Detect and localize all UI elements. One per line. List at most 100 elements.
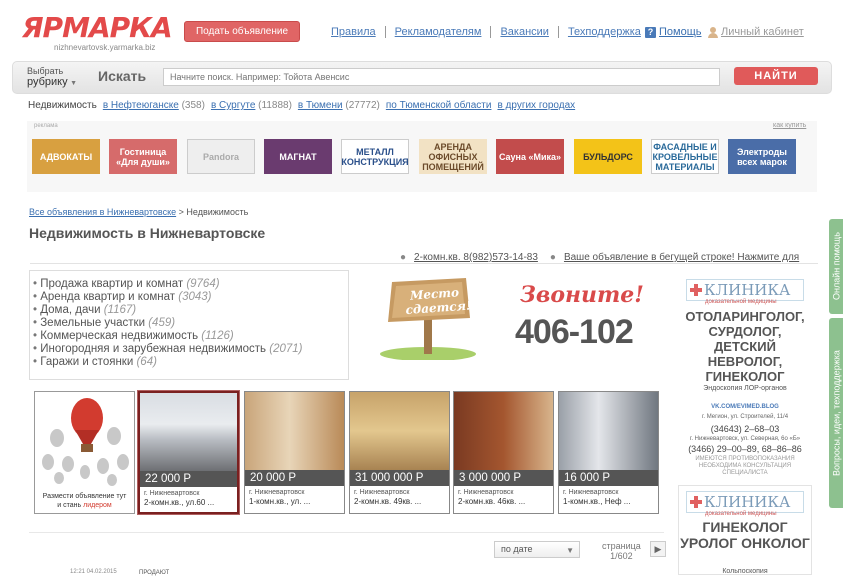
listing-date: 12:21 04.02.2015 [70, 569, 117, 575]
category-item[interactable]: Коммерческая недвижимость (1126) [33, 330, 302, 343]
sort-select-value: по дате [501, 544, 533, 554]
site-logo[interactable]: ЯРМАРКА [22, 13, 173, 43]
listing-price: 16 000 Р [559, 470, 658, 486]
region-link[interactable]: в Нефтеюганске (358) [103, 100, 205, 111]
ticker-promo-link[interactable]: Ваше объявление в бегущей строке! Нажмит… [564, 252, 799, 263]
help-link[interactable]: ? Помощь [645, 26, 702, 38]
clinic-vk-link[interactable]: VK.COM/EVIMED.BLOG [690, 404, 800, 411]
region-links: Недвижимость в Нефтеюганске (358) в Сург… [28, 100, 575, 111]
listing-desc: 2-комн.кв. 49кв. ... [354, 497, 422, 506]
bullet-icon: ● [400, 252, 407, 263]
sort-select[interactable]: по дате ▼ [494, 541, 580, 558]
clinic-address-1: г. Мегион, ул. Строителей, 11/4 [701, 414, 789, 420]
listing-card[interactable]: 20 000 Р г. Нижневартовск 1-комн.кв., ул… [244, 391, 345, 514]
listing-desc: 1-комн.кв., Неф ... [563, 497, 631, 506]
listing-city: г. Нижневартовск [458, 489, 514, 496]
clinic-logo: КЛИНИКА [686, 491, 804, 513]
help-label: Помощь [659, 26, 702, 38]
help-icon: ? [645, 26, 656, 38]
listing-price: 20 000 Р [245, 470, 344, 486]
ad-banner[interactable]: Электроды всех марок [728, 139, 796, 174]
ticker-item[interactable]: 2-комн.кв. 8(982)573-14-83 [414, 252, 538, 263]
listing-desc: 2-комн.кв., ул.60 ... [144, 498, 215, 507]
breadcrumb-sep: > [176, 207, 187, 217]
search-input[interactable] [163, 68, 720, 86]
ad-banner[interactable]: Сауна «Мика» [496, 139, 564, 174]
region-link[interactable]: в Сургуте (11888) [211, 100, 292, 111]
clinic-tagline: доказательной медицины [705, 511, 777, 517]
user-icon [708, 26, 718, 38]
nav-divider [557, 26, 559, 38]
regions-title: Недвижимость [28, 100, 97, 111]
ad-banner[interactable]: АДВОКАТЫ [32, 139, 100, 174]
cabinet-label: Личный кабинет [721, 26, 804, 38]
region-link[interactable]: по Тюменской области [386, 100, 492, 111]
banner-phone: 406-102 [515, 313, 634, 351]
clinic-phone-2: (3466) 29–00–89, 68–86–86 [688, 444, 802, 454]
category-item[interactable]: Аренда квартир и комнат (3043) [33, 291, 302, 304]
ad-banner[interactable]: БУЛЬДОРС [574, 139, 642, 174]
category-item[interactable]: Земельные участки (459) [33, 317, 302, 330]
nav-divider [384, 26, 386, 38]
nav-advertisers-link[interactable]: Рекламодателям [395, 26, 482, 38]
next-page-button[interactable]: ▶ [650, 541, 666, 557]
listing-card[interactable]: 16 000 Р г. Нижневартовск 1-комн.кв., Не… [558, 391, 659, 514]
listing-card[interactable]: 22 000 Р г. Нижневартовск 2-комн.кв., ул… [137, 390, 240, 515]
breadcrumb: Все объявления в Нижневартовске > Недвиж… [29, 207, 248, 217]
category-item[interactable]: Продажа квартир и комнат (9764) [33, 278, 302, 291]
top-nav: Правила Рекламодателям Вакансии Техподде… [331, 26, 641, 38]
category-item[interactable]: Дома, дачи (1167) [33, 304, 302, 317]
category-item[interactable]: Гаражи и стоянки (64) [33, 356, 302, 369]
nav-rules-link[interactable]: Правила [331, 26, 376, 38]
category-item[interactable]: Иногородняя и зарубежная недвижимость (2… [33, 343, 302, 356]
clinic-tagline: доказательной медицины [705, 299, 777, 305]
listing-price: 3 000 000 Р [454, 470, 553, 486]
listing-city: г. Нижневартовск [249, 489, 305, 496]
breadcrumb-current: Недвижимость [186, 207, 249, 217]
rubric-select[interactable]: Выбрать рубрику ▼ [27, 66, 77, 89]
page-title: Недвижимость в Нижневартовске [29, 225, 266, 241]
clinic-specialties: ОТОЛАРИНГОЛОГ, СУРДОЛОГ, ДЕТСКИЙ НЕВРОЛО… [685, 309, 805, 384]
nav-vacancies-link[interactable]: Вакансии [500, 26, 549, 38]
listing-price: 22 000 Р [140, 471, 237, 487]
clinic-subtitle: Эндоскопия ЛОР-органов [703, 385, 787, 392]
region-link[interactable]: в Тюмени (27772) [298, 100, 380, 111]
nav-support-link[interactable]: Техподдержка [568, 26, 641, 38]
ad-banner[interactable]: Pandora [187, 139, 255, 174]
listing-photo [559, 392, 658, 470]
clinic-address-2: г. Нижневартовск, ул. Северная, 6о «Б» [689, 436, 801, 442]
clinic-phone-1: (34643) 2–68–03 [710, 424, 780, 434]
listing-photo [140, 393, 237, 471]
ad-banner[interactable]: МЕТАЛЛ КОНСТРУКЦИЯ [341, 139, 409, 174]
listing-city: г. Нижневартовск [563, 489, 619, 496]
post-ad-button[interactable]: Подать объявление [184, 21, 300, 42]
ad-howto-link[interactable]: как купить [773, 122, 806, 129]
medical-cross-icon [690, 496, 702, 508]
ad-banner[interactable]: МАГНАТ [264, 139, 332, 174]
online-help-tab[interactable]: Онлайн помощь [829, 219, 843, 314]
ad-banner[interactable]: ФАСАДНЫЕ И КРОВЕЛЬНЫЕ МАТЕРИАЛЫ [651, 139, 719, 174]
breadcrumb-home-link[interactable]: Все объявления в Нижневартовске [29, 207, 176, 217]
promo-tile-text: Размести объявление тут и стань лидером [42, 493, 127, 509]
listing-price: 31 000 000 Р [350, 470, 449, 486]
listing-photo [245, 392, 344, 470]
ad-banner[interactable]: Гостиница «Для души» [109, 139, 177, 174]
listing-card[interactable]: 3 000 000 Р г. Нижневартовск 2-комн.кв. … [453, 391, 554, 514]
feedback-tab[interactable]: Вопросы, идеи, техподдержка [829, 318, 843, 508]
rubric-select-value: рубрику [27, 76, 68, 88]
chevron-down-icon: ▼ [70, 80, 78, 87]
search-label: Искать [98, 68, 147, 84]
search-button[interactable]: НАЙТИ [734, 67, 818, 85]
nav-divider [490, 26, 492, 38]
clinic-logo[interactable]: КЛИНИКА [686, 279, 804, 301]
post-ad-promo-tile[interactable]: Размести объявление тут и стань лидером [34, 391, 135, 514]
chevron-down-icon: ▼ [566, 546, 574, 555]
region-link[interactable]: в других городах [497, 100, 575, 111]
cabinet-link[interactable]: Личный кабинет [708, 26, 804, 38]
medical-cross-icon [690, 284, 702, 296]
ad-banner[interactable]: АРЕНДА ОФИСНЫХ ПОМЕЩЕНИЙ [419, 139, 487, 174]
listing-card[interactable]: 31 000 000 Р г. Нижневартовск 2-комн.кв.… [349, 391, 450, 514]
listing-photo [454, 392, 553, 470]
site-domain: nizhnevartovsk.yarmarka.biz [54, 43, 156, 52]
listing-city: г. Нижневартовск [354, 489, 410, 496]
